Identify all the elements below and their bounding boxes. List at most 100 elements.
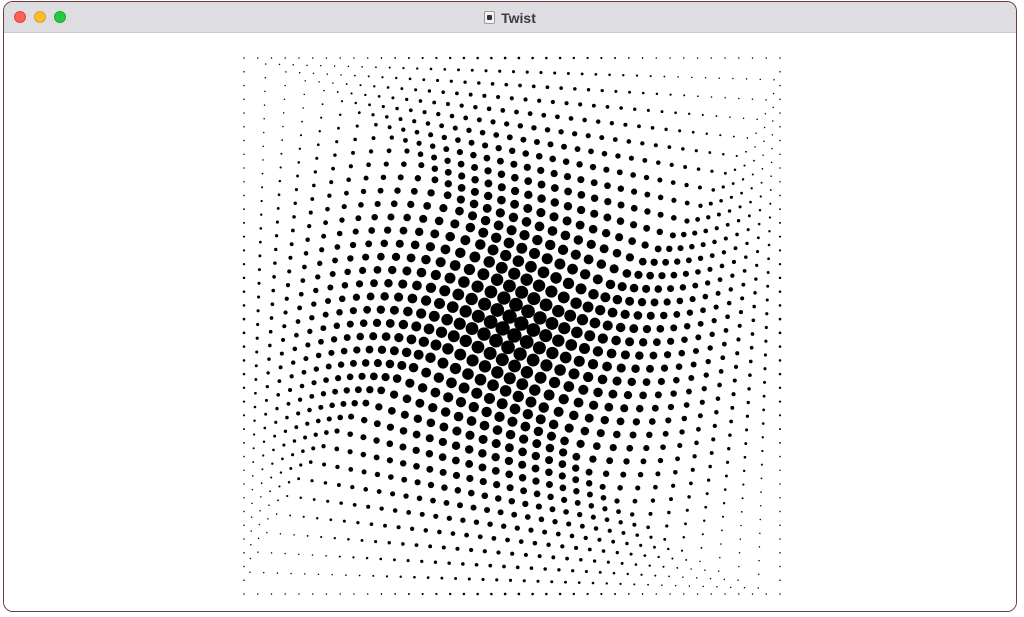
halftone-dot xyxy=(471,309,485,323)
twist-dot-canvas[interactable] xyxy=(4,33,1016,612)
halftone-dot xyxy=(363,175,369,181)
halftone-dot xyxy=(532,439,542,449)
halftone-dot xyxy=(712,423,717,428)
halftone-dot xyxy=(752,304,756,309)
halftone-dot xyxy=(545,56,548,60)
halftone-dot xyxy=(705,132,708,135)
halftone-dot xyxy=(616,217,625,225)
halftone-dot xyxy=(313,287,319,294)
halftone-dot xyxy=(243,180,245,183)
halftone-dot xyxy=(733,364,739,369)
halftone-dot xyxy=(717,277,723,283)
halftone-dot xyxy=(494,411,505,422)
halftone-dot xyxy=(326,416,332,422)
halftone-dot xyxy=(627,593,630,595)
halftone-dot xyxy=(318,338,324,345)
halftone-dot xyxy=(340,100,344,103)
halftone-dot xyxy=(289,514,292,517)
halftone-dot xyxy=(343,387,350,394)
halftone-dot xyxy=(369,332,378,341)
halftone-dot xyxy=(618,520,623,525)
halftone-dot xyxy=(511,173,519,182)
close-button[interactable] xyxy=(14,11,26,23)
halftone-dot xyxy=(619,106,623,110)
halftone-dot xyxy=(584,330,596,342)
halftone-dot xyxy=(469,251,481,263)
halftone-dot xyxy=(760,491,762,493)
halftone-dot xyxy=(315,352,322,359)
halftone-dot xyxy=(756,236,760,240)
halftone-dot xyxy=(262,159,264,161)
halftone-dot xyxy=(449,362,462,375)
halftone-dot xyxy=(373,454,380,461)
halftone-dot xyxy=(609,121,614,126)
halftone-dot xyxy=(642,158,648,163)
halftone-dot xyxy=(779,167,781,169)
halftone-dot xyxy=(259,509,261,512)
halftone-dot xyxy=(311,554,314,556)
halftone-dot xyxy=(257,268,261,272)
halftone-dot xyxy=(745,414,750,418)
halftone-dot xyxy=(291,453,295,457)
halftone-dot xyxy=(604,182,611,190)
halftone-dot xyxy=(360,434,367,441)
halftone-dot xyxy=(689,296,696,303)
halftone-dot xyxy=(533,311,547,325)
halftone-dot xyxy=(341,204,347,210)
halftone-dot xyxy=(406,559,410,563)
halftone-dot xyxy=(751,173,754,176)
halftone-dot xyxy=(596,119,601,124)
halftone-dot xyxy=(490,82,495,86)
halftone-dot xyxy=(249,557,252,560)
halftone-dot xyxy=(470,151,477,159)
halftone-dot xyxy=(374,122,378,127)
halftone-dot xyxy=(468,139,475,146)
halftone-dot xyxy=(447,330,460,343)
halftone-dot xyxy=(444,180,452,188)
halftone-dot xyxy=(759,78,762,81)
halftone-dot xyxy=(684,522,687,526)
halftone-dot xyxy=(742,269,747,273)
halftone-dot xyxy=(358,574,361,577)
halftone-dot xyxy=(441,484,448,491)
halftone-dot xyxy=(250,543,252,546)
halftone-dot xyxy=(270,593,273,595)
halftone-dot xyxy=(243,125,245,128)
halftone-dot xyxy=(376,305,386,314)
halftone-dot xyxy=(779,524,781,527)
halftone-dot xyxy=(354,74,356,77)
halftone-dot xyxy=(517,56,521,60)
halftone-dot xyxy=(718,77,720,79)
canvas-area[interactable] xyxy=(4,33,1016,612)
halftone-dot xyxy=(772,120,774,122)
halftone-dot xyxy=(333,153,337,157)
halftone-dot xyxy=(459,305,472,318)
halftone-dot xyxy=(646,311,655,320)
halftone-dot xyxy=(464,532,469,538)
halftone-dot xyxy=(398,279,408,289)
halftone-dot xyxy=(356,520,360,525)
halftone-dot xyxy=(305,342,311,348)
halftone-dot xyxy=(523,552,528,558)
halftone-dot xyxy=(536,579,540,583)
halftone-dot xyxy=(502,564,506,569)
halftone-dot xyxy=(434,216,444,226)
halftone-dot xyxy=(697,413,703,419)
halftone-dot xyxy=(243,139,245,142)
halftone-dot xyxy=(439,285,451,297)
halftone-dot xyxy=(649,351,658,360)
zoom-button[interactable] xyxy=(54,11,66,23)
halftone-dot xyxy=(257,281,261,285)
halftone-dot xyxy=(458,276,470,288)
halftone-dot xyxy=(523,163,531,171)
halftone-dot xyxy=(406,510,412,515)
halftone-dot xyxy=(566,71,570,75)
halftone-dot xyxy=(392,374,402,383)
halftone-dot xyxy=(542,529,548,535)
title-bar[interactable]: Twist xyxy=(4,2,1016,33)
minimize-button[interactable] xyxy=(34,11,46,23)
halftone-dot xyxy=(778,372,782,376)
halftone-dot xyxy=(243,84,245,87)
halftone-dot xyxy=(756,118,758,121)
halftone-dot xyxy=(478,360,492,373)
